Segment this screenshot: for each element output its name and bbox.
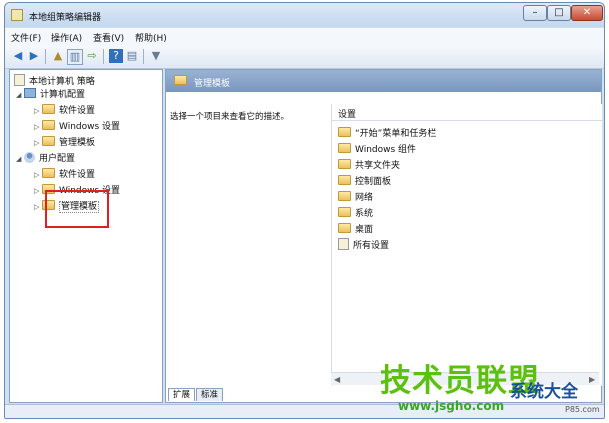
tree-node-software-settings[interactable]: ▷ 软件设置 bbox=[34, 168, 95, 181]
folder-icon bbox=[338, 175, 351, 185]
collapsed-arrow-icon[interactable]: ▷ bbox=[34, 185, 42, 198]
tree-node-admin-templates[interactable]: ▷ 管理模板 bbox=[34, 136, 95, 149]
list-item[interactable]: 网络 bbox=[338, 190, 373, 203]
tree-node-label: 用户配置 bbox=[39, 154, 76, 164]
details-header-title: 管理模板 bbox=[194, 79, 231, 89]
tree-node-windows-settings[interactable]: ▷ Windows 设置 bbox=[34, 120, 120, 133]
tree-node-label: 计算机配置 bbox=[40, 90, 86, 100]
window-title: 本地组策略编辑器 bbox=[29, 13, 102, 23]
title-bar: 本地组策略编辑器 – □ ✕ bbox=[5, 3, 604, 27]
tree-node-software-settings[interactable]: ▷ 软件设置 bbox=[34, 104, 95, 117]
toolbar-separator bbox=[143, 49, 144, 64]
folder-icon bbox=[338, 159, 351, 169]
list-item-label: Windows 组件 bbox=[355, 145, 417, 155]
list-item[interactable]: 桌面 bbox=[338, 222, 373, 235]
list-item-label: 所有设置 bbox=[353, 241, 390, 251]
settings-list: 设置 “开始”菜单和任务栏 Windows 组件 共享文件夹 控制面板 网络 系… bbox=[331, 104, 602, 386]
tree-node-user-config[interactable]: ◢ 用户配置 bbox=[16, 152, 75, 165]
list-item[interactable]: 所有设置 bbox=[338, 238, 389, 251]
folder-icon bbox=[42, 168, 55, 178]
collapsed-arrow-icon[interactable]: ▷ bbox=[34, 169, 42, 182]
list-item-label: 共享文件夹 bbox=[355, 161, 401, 171]
list-item[interactable]: Windows 组件 bbox=[338, 142, 416, 155]
collapsed-arrow-icon[interactable]: ▷ bbox=[34, 105, 42, 118]
close-button[interactable]: ✕ bbox=[571, 5, 603, 21]
menu-bar: 文件(F) 操作(A) 查看(V) 帮助(H) bbox=[5, 28, 604, 45]
view-tabs: 扩展 标准 bbox=[168, 388, 224, 402]
forward-icon[interactable]: ▶ bbox=[27, 49, 41, 63]
list-item-label: 控制面板 bbox=[355, 177, 392, 187]
description-text: 选择一个项目来查看它的描述。 bbox=[170, 112, 290, 122]
expanded-arrow-icon[interactable]: ◢ bbox=[16, 89, 24, 102]
list-item[interactable]: 控制面板 bbox=[338, 174, 391, 187]
tree-node-label: 软件设置 bbox=[59, 170, 96, 180]
folder-icon bbox=[338, 223, 351, 233]
menu-action[interactable]: 操作(A) bbox=[51, 31, 82, 44]
list-item[interactable]: 共享文件夹 bbox=[338, 158, 400, 171]
tree-node-computer-config[interactable]: ◢ 计算机配置 bbox=[16, 88, 85, 101]
column-header-label: 设置 bbox=[338, 110, 357, 120]
list-column-header[interactable]: 设置 bbox=[332, 104, 602, 121]
tree-node-label: Windows 设置 bbox=[59, 122, 121, 132]
filter-icon[interactable]: ▼ bbox=[149, 49, 163, 63]
properties-icon[interactable]: ▤ bbox=[125, 49, 139, 63]
help-icon[interactable]: ? bbox=[109, 49, 123, 63]
back-icon[interactable]: ◀ bbox=[11, 49, 25, 63]
scroll-left-icon[interactable]: ◀ bbox=[334, 375, 340, 384]
menu-file[interactable]: 文件(F) bbox=[11, 31, 41, 44]
folder-icon bbox=[174, 75, 187, 85]
folder-icon bbox=[338, 143, 351, 153]
toolbar-separator bbox=[45, 49, 46, 64]
watermark-small: P85.com bbox=[565, 405, 600, 414]
minimize-button[interactable]: – bbox=[523, 5, 547, 21]
export-list-icon[interactable]: ⇨ bbox=[85, 49, 99, 63]
folder-icon bbox=[42, 120, 55, 130]
watermark-subtitle: 系统大全 bbox=[510, 382, 578, 402]
tree-node-label: 管理模板 bbox=[59, 138, 96, 148]
toolbar-separator bbox=[103, 49, 104, 64]
app-icon bbox=[11, 9, 23, 21]
up-folder-icon[interactable]: ▲ bbox=[51, 49, 65, 63]
list-item-label: 系统 bbox=[355, 209, 374, 219]
user-icon bbox=[24, 152, 35, 163]
collapsed-arrow-icon[interactable]: ▷ bbox=[34, 201, 42, 214]
folder-icon bbox=[42, 136, 55, 146]
details-panel: 管理模板 选择一个项目来查看它的描述。 设置 “开始”菜单和任务栏 Window… bbox=[165, 69, 602, 403]
list-item[interactable]: “开始”菜单和任务栏 bbox=[338, 126, 436, 139]
tree-node-label: 软件设置 bbox=[59, 106, 96, 116]
details-header: 管理模板 bbox=[166, 70, 601, 92]
toolbar: ◀ ▶ ▲ ▥ ⇨ ? ▤ ▼ bbox=[5, 45, 604, 69]
status-bar bbox=[5, 404, 604, 418]
list-item-label: “开始”菜单和任务栏 bbox=[355, 129, 437, 139]
tree-node-root[interactable]: 本地计算机 策略 bbox=[14, 74, 95, 87]
policy-icon bbox=[14, 74, 25, 86]
scroll-right-icon[interactable]: ▶ bbox=[589, 375, 595, 384]
expanded-arrow-icon[interactable]: ◢ bbox=[16, 153, 24, 166]
folder-icon bbox=[338, 207, 351, 217]
menu-view[interactable]: 查看(V) bbox=[93, 31, 124, 44]
menu-help[interactable]: 帮助(H) bbox=[135, 31, 167, 44]
tab-standard[interactable]: 标准 bbox=[196, 388, 224, 401]
folder-icon bbox=[338, 127, 351, 137]
show-hide-tree-icon[interactable]: ▥ bbox=[67, 49, 83, 65]
list-item-label: 网络 bbox=[355, 193, 374, 203]
tree-node-label: 本地计算机 策略 bbox=[29, 77, 95, 87]
tree-panel: 本地计算机 策略 ◢ 计算机配置 ▷ 软件设置 ▷ Windows 设置 ▷ 管理模板 … bbox=[9, 69, 163, 403]
collapsed-arrow-icon[interactable]: ▷ bbox=[34, 137, 42, 150]
folder-icon bbox=[338, 191, 351, 201]
watermark-url: www.jsgho.com bbox=[398, 399, 505, 413]
maximize-button[interactable]: □ bbox=[547, 5, 571, 21]
list-item-label: 桌面 bbox=[355, 225, 374, 235]
all-settings-icon bbox=[338, 238, 349, 250]
folder-icon bbox=[42, 104, 55, 114]
list-item[interactable]: 系统 bbox=[338, 206, 373, 219]
collapsed-arrow-icon[interactable]: ▷ bbox=[34, 121, 42, 134]
tab-extended[interactable]: 扩展 bbox=[168, 388, 196, 401]
computer-icon bbox=[24, 88, 36, 98]
red-highlight-box bbox=[45, 190, 109, 228]
